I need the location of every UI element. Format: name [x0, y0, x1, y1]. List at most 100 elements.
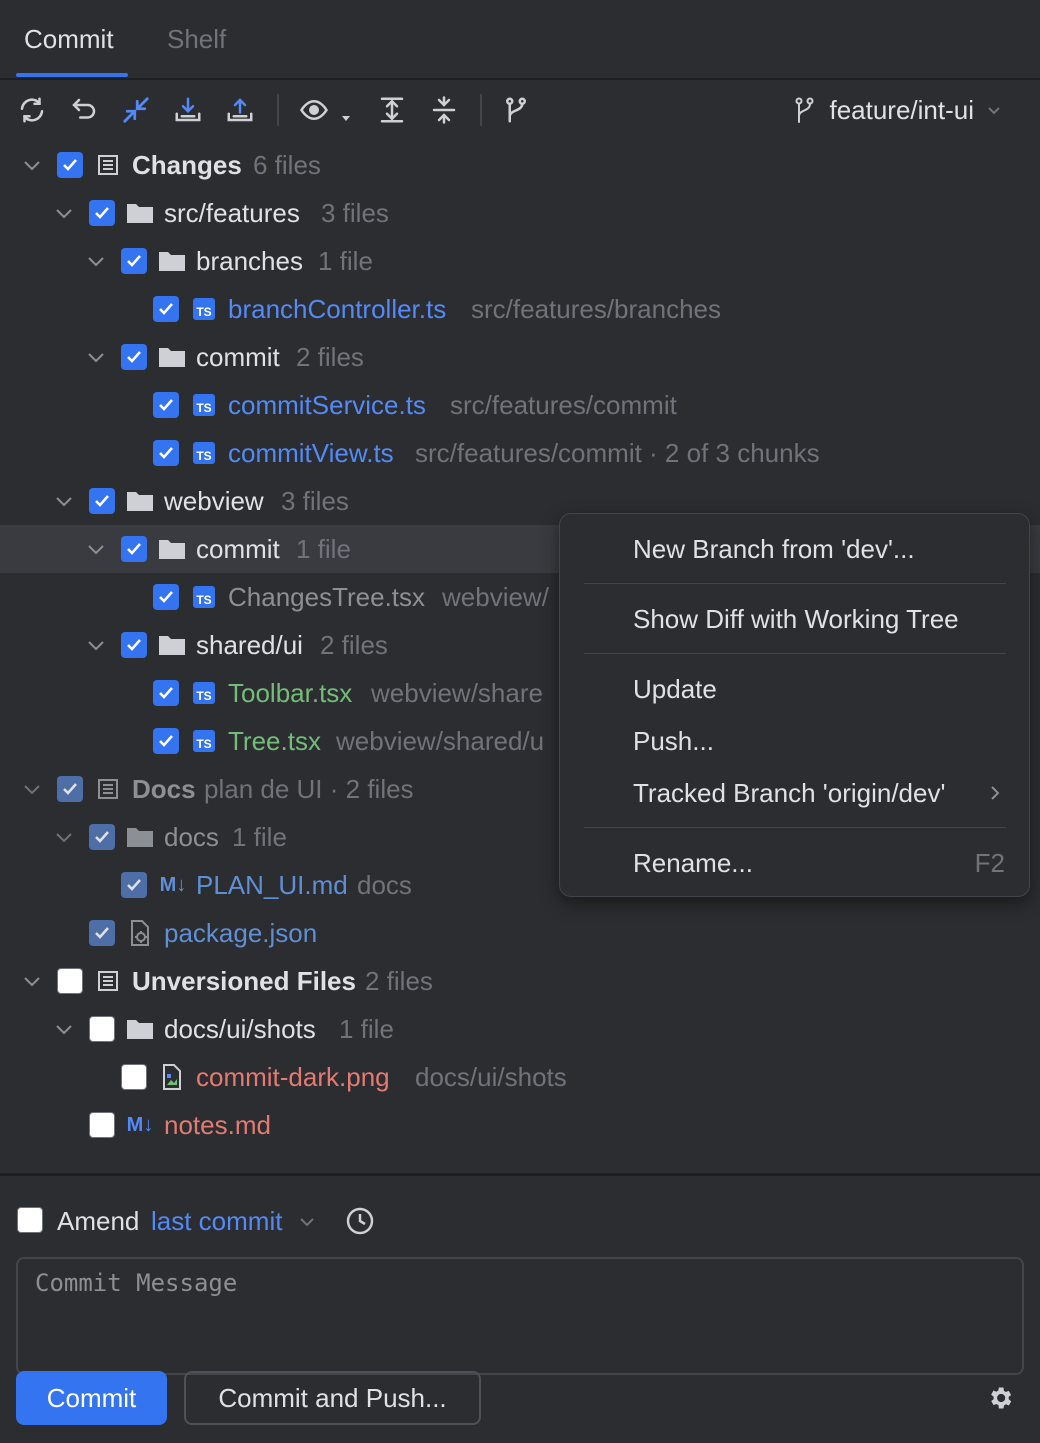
tree-row-label: docs: [164, 821, 219, 852]
tree-row-label: webview: [164, 485, 264, 516]
commit-message-input[interactable]: [18, 1259, 1022, 1373]
gear-icon[interactable]: [986, 1384, 1014, 1417]
expand-all-icon[interactable]: [376, 94, 408, 126]
update-icon[interactable]: [172, 94, 204, 126]
checkbox[interactable]: [153, 728, 179, 754]
typescript-file-icon: TS: [190, 727, 218, 755]
tree-row-file[interactable]: commit-dark.png docs/ui/shots: [0, 1053, 1040, 1101]
toolbar-separator: [480, 94, 482, 126]
chevron-down-icon[interactable]: [50, 1015, 78, 1043]
collapse-all-icon[interactable]: [428, 94, 460, 126]
checkbox[interactable]: [121, 344, 147, 370]
branch-selector[interactable]: feature/int-ui: [793, 92, 1016, 128]
tree-row-file[interactable]: package.json: [0, 909, 1040, 957]
tree-row-meta: plan de UI · 2 files: [204, 773, 414, 804]
folder-icon: [126, 487, 154, 515]
typescript-file-icon: TS: [190, 439, 218, 467]
menu-item-new-branch[interactable]: New Branch from 'dev'...: [633, 534, 915, 565]
dropdown-icon[interactable]: [338, 94, 354, 126]
checkbox[interactable]: [153, 584, 179, 610]
chevron-down-icon[interactable]: [50, 199, 78, 227]
checkbox[interactable]: [121, 536, 147, 562]
tree-row-meta: src/features/commit: [450, 389, 677, 420]
changelist-icon: [94, 967, 122, 995]
branch-icon[interactable]: [500, 94, 532, 126]
folder-icon: [158, 631, 186, 659]
checkbox[interactable]: [89, 1112, 115, 1138]
checkbox[interactable]: [89, 920, 115, 946]
branch-context-menu: New Branch from 'dev'... Show Diff with …: [559, 513, 1030, 897]
chevron-down-icon[interactable]: [18, 151, 46, 179]
checkbox[interactable]: [89, 200, 115, 226]
menu-item-show-diff[interactable]: Show Diff with Working Tree: [633, 604, 959, 635]
menu-item-tracked-branch[interactable]: Tracked Branch 'origin/dev': [633, 778, 945, 809]
diff-icon[interactable]: [120, 94, 152, 126]
checkbox[interactable]: [89, 488, 115, 514]
tree-row-file[interactable]: M↓ notes.md: [0, 1101, 1040, 1149]
commit-button[interactable]: Commit: [16, 1371, 167, 1425]
tree-row-folder[interactable]: src/features 3 files: [0, 189, 1040, 237]
tree-row-meta: 3 files: [321, 197, 389, 228]
tree-row-folder[interactable]: docs/ui/shots 1 file: [0, 1005, 1040, 1053]
menu-separator: [584, 827, 1006, 828]
tree-row-label: src/features: [164, 197, 300, 228]
folder-icon: [158, 247, 186, 275]
checkbox[interactable]: [121, 872, 147, 898]
checkbox[interactable]: [153, 392, 179, 418]
image-file-icon: [158, 1063, 186, 1091]
branch-name: feature/int-ui: [829, 94, 974, 125]
chevron-down-icon[interactable]: [82, 535, 110, 563]
tree-row-changes[interactable]: Changes 6 files: [0, 141, 1040, 189]
chevron-down-icon[interactable]: [297, 1212, 317, 1237]
tree-row-label: shared/ui: [196, 629, 303, 660]
checkbox[interactable]: [121, 1064, 147, 1090]
folder-icon: [158, 343, 186, 371]
chevron-down-icon[interactable]: [50, 487, 78, 515]
tree-row-folder[interactable]: branches 1 file: [0, 237, 1040, 285]
tree-row-label: notes.md: [164, 1109, 271, 1140]
menu-item-update[interactable]: Update: [633, 674, 717, 705]
config-file-icon: [126, 919, 154, 947]
checkbox[interactable]: [89, 824, 115, 850]
last-commit-link[interactable]: last commit: [151, 1206, 282, 1237]
menu-item-push[interactable]: Push...: [633, 726, 714, 757]
tree-row-meta: 1 file: [318, 245, 373, 276]
chevron-down-icon[interactable]: [82, 247, 110, 275]
menu-item-rename[interactable]: Rename...: [633, 848, 753, 879]
tab-commit[interactable]: Commit: [24, 24, 114, 55]
folder-icon: [126, 823, 154, 851]
tab-shelf[interactable]: Shelf: [167, 24, 226, 55]
chevron-down-icon[interactable]: [82, 343, 110, 371]
checkbox[interactable]: [57, 968, 83, 994]
folder-icon: [126, 1015, 154, 1043]
chevron-down-icon[interactable]: [50, 823, 78, 851]
refresh-icon[interactable]: [16, 94, 48, 126]
checkbox[interactable]: [121, 248, 147, 274]
eye-icon[interactable]: [298, 94, 330, 126]
chevron-down-icon[interactable]: [18, 967, 46, 995]
chevron-down-icon[interactable]: [18, 775, 46, 803]
menu-separator: [584, 583, 1006, 584]
history-icon[interactable]: [344, 1205, 376, 1242]
shelve-icon[interactable]: [224, 94, 256, 126]
tree-row-unversioned[interactable]: Unversioned Files 2 files: [0, 957, 1040, 1005]
tree-row-label: commitService.ts: [228, 389, 426, 420]
checkbox[interactable]: [153, 296, 179, 322]
tree-row-file[interactable]: TS commitService.ts src/features/commit: [0, 381, 1040, 429]
chevron-right-icon: [985, 782, 1005, 809]
checkbox[interactable]: [153, 440, 179, 466]
chevron-down-icon[interactable]: [82, 631, 110, 659]
checkbox[interactable]: [57, 152, 83, 178]
checkbox[interactable]: [89, 1016, 115, 1042]
tree-row-label: branchController.ts: [228, 293, 447, 324]
checkbox[interactable]: [121, 632, 147, 658]
checkbox[interactable]: [57, 776, 83, 802]
tree-row-folder[interactable]: commit 2 files: [0, 333, 1040, 381]
rollback-icon[interactable]: [68, 94, 100, 126]
tree-row-file[interactable]: TS commitView.ts src/features/commit · 2…: [0, 429, 1040, 477]
amend-checkbox[interactable]: [17, 1207, 43, 1233]
tree-row-file[interactable]: TS branchController.ts src/features/bran…: [0, 285, 1040, 333]
commit-and-push-button[interactable]: Commit and Push...: [184, 1371, 481, 1425]
shortcut-label: F2: [974, 848, 1005, 878]
checkbox[interactable]: [153, 680, 179, 706]
